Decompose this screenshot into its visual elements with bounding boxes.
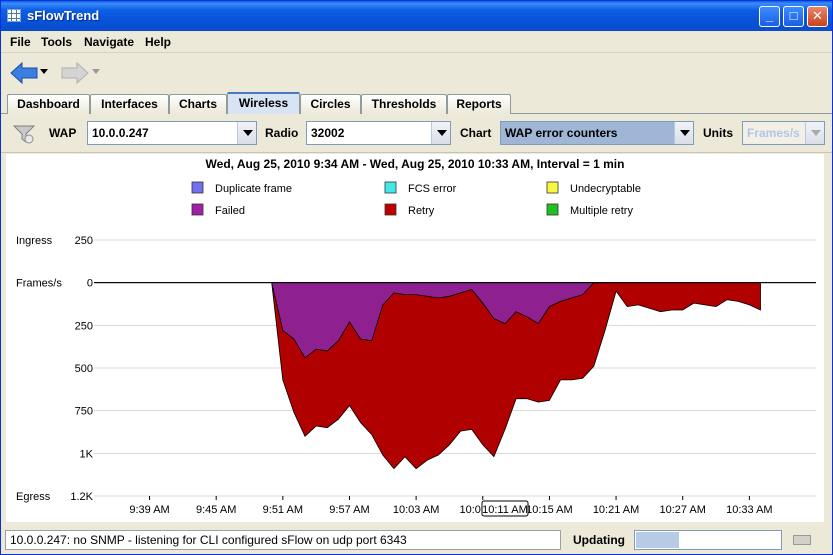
menu-help[interactable]: Help bbox=[145, 35, 171, 49]
y-tick-label-6: 1.2K bbox=[70, 491, 93, 503]
legend-label-2: Undecryptable bbox=[570, 183, 641, 195]
legend-label-3: Failed bbox=[215, 205, 245, 217]
legend-swatch-1 bbox=[384, 181, 397, 194]
selector-row: WAP 10.0.0.247 Radio 32002 Chart WAP err… bbox=[1, 115, 832, 153]
forward-arrow-icon[interactable] bbox=[61, 62, 89, 84]
update-progress-bar bbox=[634, 530, 782, 550]
chevron-down-icon[interactable] bbox=[237, 122, 256, 144]
menu-bar: File Tools Navigate Help bbox=[1, 31, 832, 53]
legend-swatch-2 bbox=[546, 181, 559, 194]
y-bottom-label: Egress bbox=[16, 491, 51, 503]
x-tick-label-3: 9:57 AM bbox=[329, 504, 369, 516]
menu-navigate[interactable]: Navigate bbox=[84, 35, 134, 49]
maximize-button[interactable]: □ bbox=[783, 6, 804, 27]
radio-value: 32002 bbox=[311, 126, 345, 140]
chart-label: Chart bbox=[460, 126, 492, 140]
legend-label-0: Duplicate frame bbox=[215, 183, 292, 195]
y-tick-label-1: 0 bbox=[87, 278, 93, 290]
tab-reports[interactable]: Reports bbox=[447, 94, 511, 114]
y-tick-label-5: 1K bbox=[80, 448, 94, 460]
chart-value: WAP error counters bbox=[505, 126, 618, 140]
title-bar[interactable]: sFlowTrend _ □ ✕ bbox=[1, 1, 832, 31]
x-tick-label-9: 10:33 AM bbox=[726, 504, 772, 516]
x-tick-label-8: 10:27 AM bbox=[659, 504, 705, 516]
x-tick-label-2: 9:51 AM bbox=[263, 504, 303, 516]
y-tick-label-4: 750 bbox=[75, 406, 93, 418]
status-message: 10.0.0.247: no SNMP - listening for CLI … bbox=[5, 530, 561, 550]
x-tick-label-0: 9:39 AM bbox=[129, 504, 169, 516]
units-label: Units bbox=[703, 126, 733, 140]
units-value: Frames/s bbox=[747, 126, 800, 140]
main-tabs: Dashboard Interfaces Charts Wireless Cir… bbox=[1, 92, 832, 114]
cursor-label: 10:11 AM bbox=[482, 504, 528, 516]
progress-fill bbox=[636, 532, 679, 548]
y-tick-label-2: 250 bbox=[75, 320, 93, 332]
tab-interfaces[interactable]: Interfaces bbox=[90, 94, 169, 114]
tab-circles[interactable]: Circles bbox=[300, 94, 361, 114]
legend-label-5: Multiple retry bbox=[570, 205, 633, 217]
back-dropdown-icon[interactable] bbox=[40, 69, 48, 74]
x-tick-label-7: 10:21 AM bbox=[593, 504, 639, 516]
chevron-down-icon[interactable] bbox=[805, 122, 824, 144]
close-button[interactable]: ✕ bbox=[807, 6, 828, 27]
legend-swatch-4 bbox=[384, 203, 397, 216]
filter-funnel-icon[interactable] bbox=[13, 123, 35, 145]
y-top-label: Ingress bbox=[16, 235, 53, 247]
radio-select[interactable]: 32002 bbox=[306, 121, 451, 145]
wap-label: WAP bbox=[49, 126, 77, 140]
forward-dropdown-icon[interactable] bbox=[92, 69, 100, 74]
back-arrow-icon[interactable] bbox=[10, 62, 38, 84]
x-tick-label-6: 10:15 AM bbox=[526, 504, 572, 516]
legend-label-4: Retry bbox=[408, 205, 435, 217]
y-tick-label-0: 250 bbox=[75, 235, 93, 247]
legend-swatch-5 bbox=[546, 203, 559, 216]
error-counters-chart[interactable]: Wed, Aug 25, 2010 9:34 AM - Wed, Aug 25,… bbox=[6, 154, 824, 522]
chart-panel: Wed, Aug 25, 2010 9:34 AM - Wed, Aug 25,… bbox=[6, 154, 824, 522]
tab-wireless[interactable]: Wireless bbox=[227, 92, 300, 114]
chart-select[interactable]: WAP error counters bbox=[500, 121, 694, 145]
app-grid-icon bbox=[7, 9, 21, 22]
units-select[interactable]: Frames/s bbox=[742, 121, 825, 145]
radio-label: Radio bbox=[265, 126, 299, 140]
legend-label-1: FCS error bbox=[408, 183, 457, 195]
updating-label: Updating bbox=[573, 533, 625, 547]
resize-grip-icon[interactable] bbox=[793, 535, 811, 545]
minimize-button[interactable]: _ bbox=[759, 6, 780, 27]
menu-tools[interactable]: Tools bbox=[41, 35, 72, 49]
tab-thresholds[interactable]: Thresholds bbox=[361, 94, 447, 114]
tab-charts[interactable]: Charts bbox=[169, 94, 227, 114]
legend-swatch-3 bbox=[191, 203, 204, 216]
window-title: sFlowTrend bbox=[27, 8, 100, 23]
tab-dashboard[interactable]: Dashboard bbox=[7, 94, 90, 114]
status-bar: 10.0.0.247: no SNMP - listening for CLI … bbox=[1, 527, 832, 554]
chart-title: Wed, Aug 25, 2010 9:34 AM - Wed, Aug 25,… bbox=[206, 157, 625, 171]
x-tick-label-1: 9:45 AM bbox=[196, 504, 236, 516]
legend-swatch-0 bbox=[191, 181, 204, 194]
y-zero-label: Frames/s bbox=[16, 278, 62, 290]
y-tick-label-3: 500 bbox=[75, 363, 93, 375]
app-window: sFlowTrend _ □ ✕ File Tools Navigate Hel… bbox=[0, 0, 833, 555]
chevron-down-icon[interactable] bbox=[674, 122, 693, 144]
menu-file[interactable]: File bbox=[10, 35, 31, 49]
toolbar bbox=[1, 54, 832, 90]
chevron-down-icon[interactable] bbox=[431, 122, 450, 144]
wap-value: 10.0.0.247 bbox=[92, 126, 149, 140]
x-tick-label-4: 10:03 AM bbox=[393, 504, 439, 516]
wap-select[interactable]: 10.0.0.247 bbox=[87, 121, 257, 145]
